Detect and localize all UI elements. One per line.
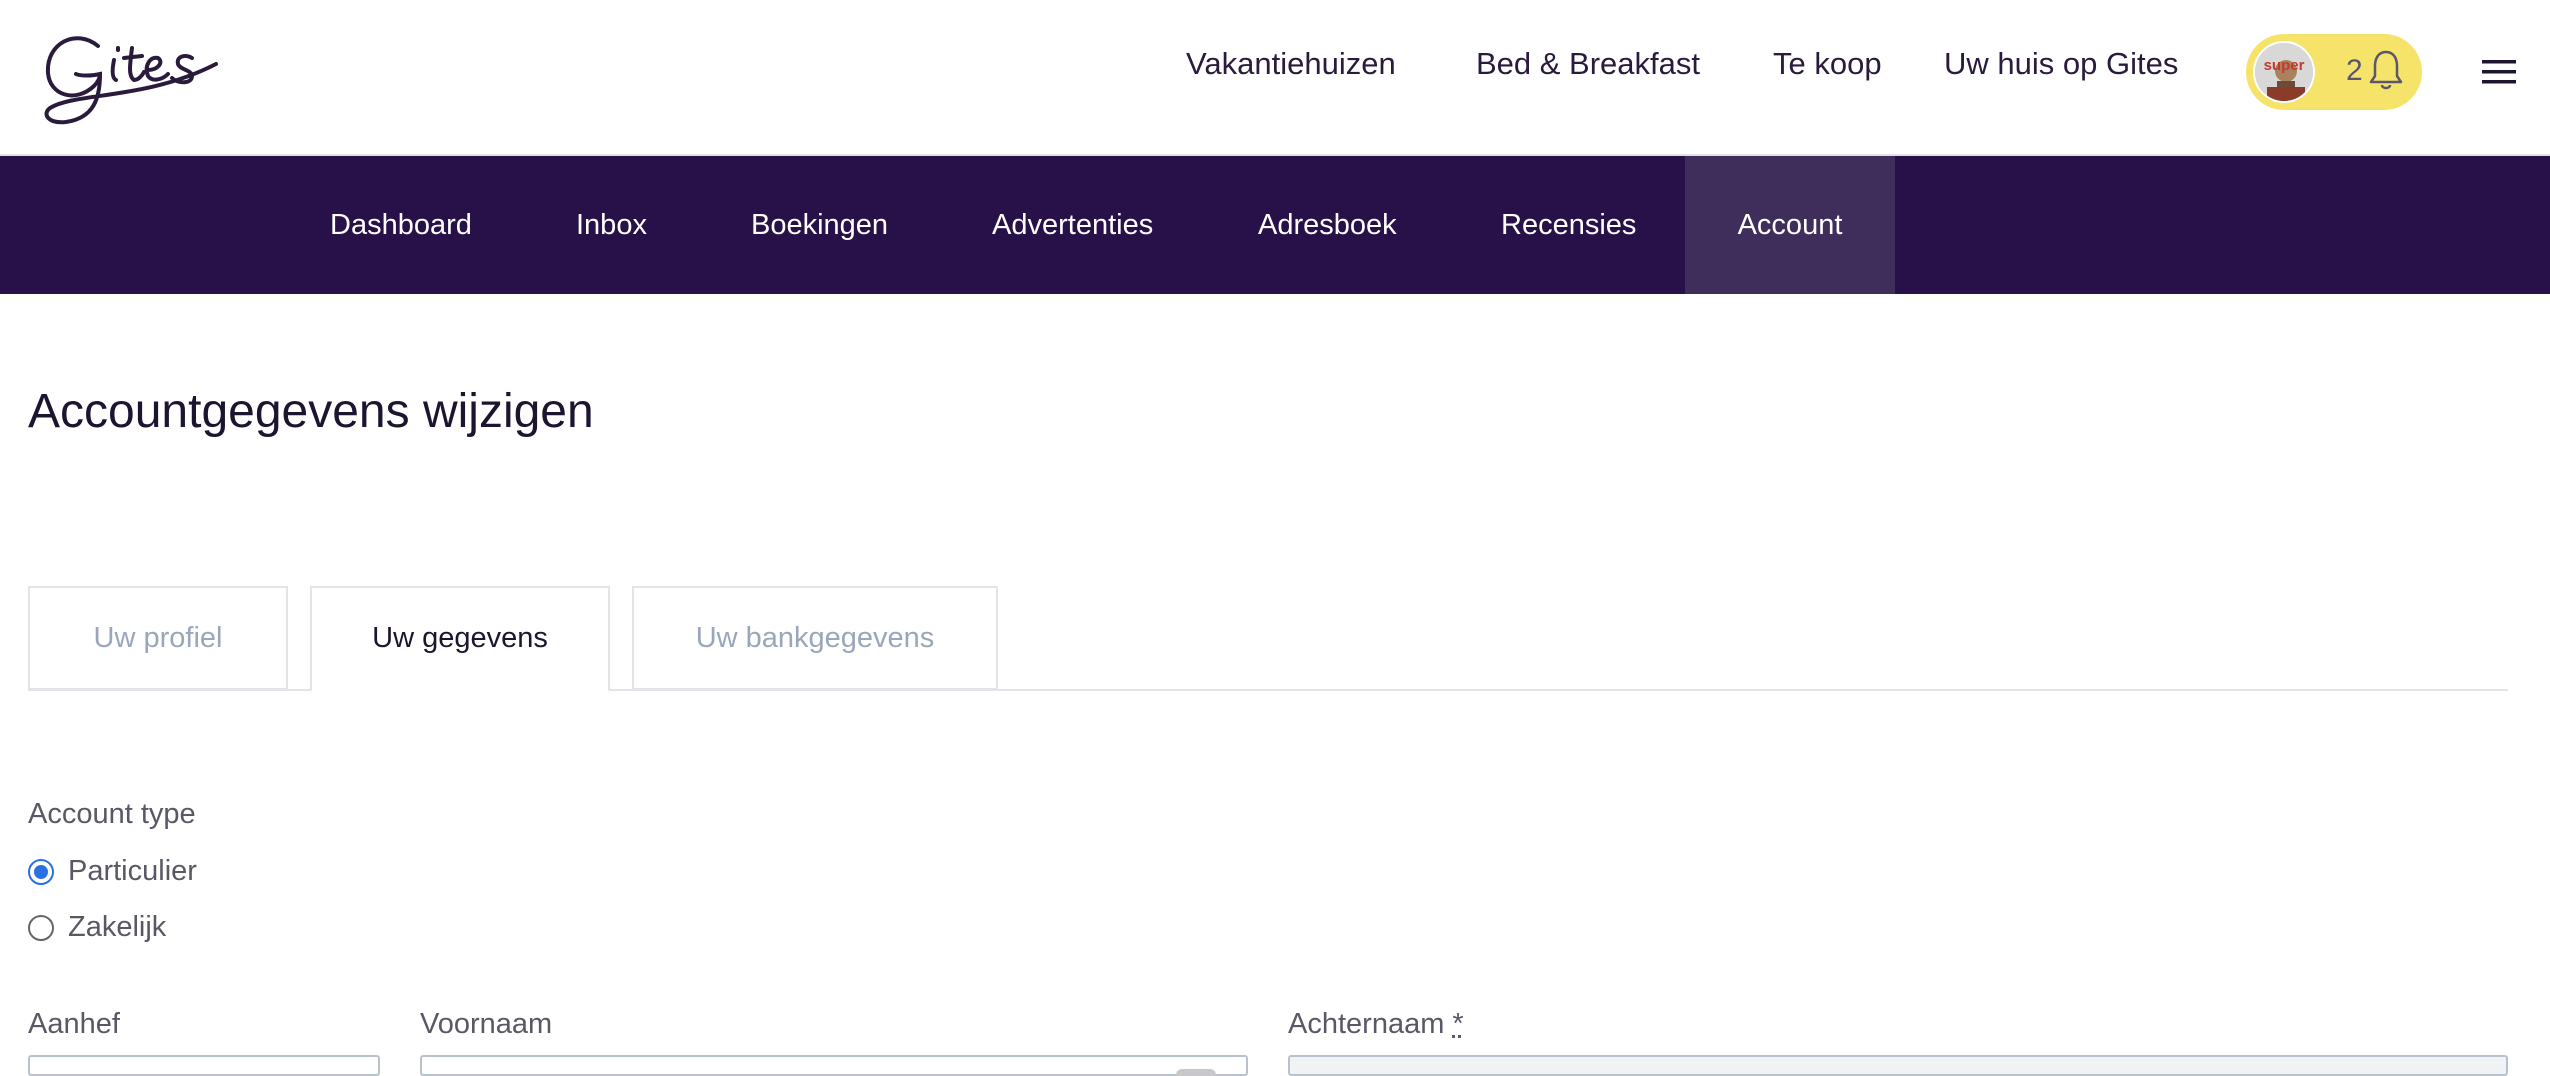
subnav-advertenties[interactable]: Advertenties [992, 156, 1153, 294]
aanhef-select[interactable] [28, 1055, 380, 1076]
radio-particulier-button[interactable] [28, 859, 54, 885]
user-menu-pill[interactable]: super 2 [2246, 34, 2422, 110]
radio-particulier-label: Particulier [68, 855, 197, 887]
subnav-recensies[interactable]: Recensies [1501, 156, 1636, 294]
voornaam-input[interactable] [420, 1055, 1248, 1076]
radio-particulier[interactable]: Particulier [28, 855, 248, 891]
nav-te-koop[interactable]: Te koop [1773, 46, 1882, 86]
hamburger-menu-icon[interactable] [2480, 52, 2520, 92]
bell-icon[interactable] [2366, 48, 2406, 92]
nav-uw-huis-op-gites[interactable]: Uw huis op Gites [1944, 46, 2178, 86]
page-title: Accountgegevens wijzigen [28, 385, 594, 438]
gites-logo[interactable] [36, 18, 226, 128]
avatar: super [2253, 41, 2315, 103]
notification-count: 2 [2346, 54, 2363, 87]
required-mark: * [1452, 1008, 1464, 1040]
account-subnav: Dashboard Inbox Boekingen Advertenties A… [0, 156, 2550, 294]
nav-vakantiehuizen[interactable]: Vakantiehuizen [1186, 46, 1396, 86]
achternaam-input[interactable] [1288, 1055, 2508, 1076]
subnav-account[interactable]: Account [1685, 156, 1895, 294]
site-header: Vakantiehuizen Bed & Breakfast Te koop U… [0, 0, 2550, 156]
achternaam-label-text: Achternaam [1288, 1008, 1445, 1040]
subnav-boekingen[interactable]: Boekingen [751, 156, 888, 294]
account-type-label: Account type [28, 798, 196, 830]
tab-uw-bankgegevens[interactable]: Uw bankgegevens [632, 586, 998, 690]
aanhef-label: Aanhef [28, 1008, 120, 1040]
avatar-text: super [2263, 57, 2305, 74]
achternaam-label: Achternaam * [1288, 1008, 1464, 1041]
radio-zakelijk[interactable]: Zakelijk [28, 911, 248, 947]
tab-uw-gegevens[interactable]: Uw gegevens [310, 586, 610, 692]
radio-zakelijk-button[interactable] [28, 915, 54, 941]
radio-zakelijk-label: Zakelijk [68, 911, 167, 943]
nav-bed-breakfast[interactable]: Bed & Breakfast [1476, 46, 1700, 86]
autofill-icon [1176, 1069, 1216, 1076]
voornaam-label: Voornaam [420, 1008, 553, 1040]
subnav-adresboek[interactable]: Adresboek [1258, 156, 1397, 294]
tab-uw-profiel[interactable]: Uw profiel [28, 586, 288, 690]
subnav-inbox[interactable]: Inbox [576, 156, 647, 294]
subnav-dashboard[interactable]: Dashboard [330, 156, 472, 294]
